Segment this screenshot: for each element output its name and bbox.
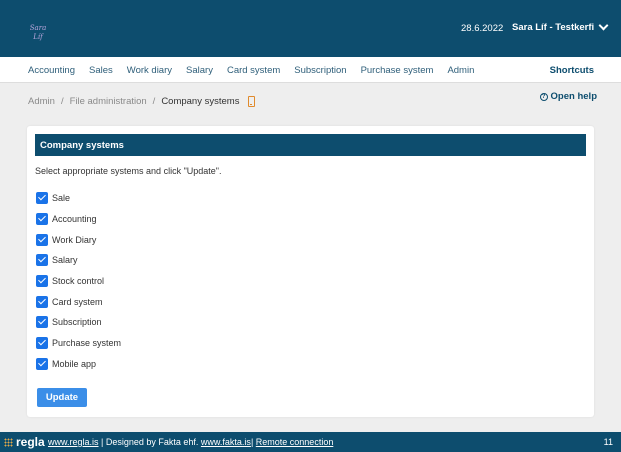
- system-option-accounting[interactable]: Accounting: [36, 213, 97, 225]
- checkbox-checked[interactable]: [36, 213, 48, 225]
- footer-text-designed-by: | Designed by Fakta ehf.: [98, 437, 201, 447]
- nav-item-card-system[interactable]: Card system: [227, 65, 280, 76]
- system-label: Work Diary: [52, 235, 97, 245]
- checkbox-checked[interactable]: [36, 296, 48, 308]
- breadcrumb: Admin / File administration / Company sy…: [28, 96, 256, 107]
- breadcrumb-separator: /: [152, 96, 156, 107]
- nav-item-subscription[interactable]: Subscription: [294, 65, 346, 76]
- footer-brand: regla: [4, 435, 45, 449]
- current-date: 28.6.2022: [461, 23, 504, 34]
- checkbox-checked[interactable]: [36, 275, 48, 287]
- company-systems-card: Company systems Select appropriate syste…: [27, 126, 594, 417]
- system-label: Salary: [52, 255, 78, 265]
- system-label: Accounting: [52, 214, 97, 224]
- update-button[interactable]: Update: [37, 388, 87, 407]
- breadcrumb-current: Company systems: [161, 96, 240, 107]
- checkbox-checked[interactable]: [36, 316, 48, 328]
- system-option-mobile-app[interactable]: Mobile app: [36, 358, 96, 370]
- nav-item-sales[interactable]: Sales: [89, 65, 113, 76]
- open-help-label: Open help: [550, 91, 597, 102]
- system-label: Purchase system: [52, 338, 122, 348]
- footer-number: 11: [603, 437, 613, 447]
- nav-item-accounting[interactable]: Accounting: [28, 65, 75, 76]
- instructions-text: Select appropriate systems and click "Up…: [35, 166, 222, 176]
- system-option-purchase-system[interactable]: Purchase system: [36, 337, 121, 349]
- fakta-website-link[interactable]: www.fakta.is: [201, 437, 251, 447]
- top-bar: Sara Líf 28.6.2022 Sara Líf - Testkerfi: [0, 0, 621, 57]
- main-nav: Accounting Sales Work diary Salary Card …: [0, 57, 621, 83]
- logo-line-1: Sara: [29, 24, 47, 32]
- system-option-salary[interactable]: Salary: [36, 254, 78, 266]
- system-label: Sale: [52, 193, 71, 203]
- nav-item-work-diary[interactable]: Work diary: [127, 65, 172, 76]
- user-name: Sara Líf - Testkerfi: [512, 22, 595, 33]
- checkbox-checked[interactable]: [36, 337, 48, 349]
- system-label: Card system: [52, 297, 103, 307]
- breadcrumb-admin[interactable]: Admin: [28, 96, 55, 107]
- nav-item-purchase-system[interactable]: Purchase system: [361, 65, 434, 76]
- nav-item-salary[interactable]: Salary: [186, 65, 213, 76]
- checkbox-checked[interactable]: [36, 358, 48, 370]
- system-label: Subscription: [52, 317, 102, 327]
- system-option-card-system[interactable]: Card system: [36, 296, 103, 308]
- logo-line-2: Líf: [33, 33, 43, 41]
- regla-website-link[interactable]: www.regla.is: [48, 437, 99, 447]
- system-option-stock-control[interactable]: Stock control: [36, 275, 104, 287]
- card-title: Company systems: [35, 134, 586, 156]
- breadcrumb-separator: /: [60, 96, 64, 107]
- mobile-phone-icon[interactable]: [248, 96, 256, 107]
- footer-text: www.regla.is | Designed by Fakta ehf. ww…: [48, 437, 333, 447]
- system-option-subscription[interactable]: Subscription: [36, 316, 102, 328]
- nav-item-admin[interactable]: Admin: [447, 65, 474, 76]
- system-option-sale[interactable]: Sale: [36, 192, 70, 204]
- chevron-down-icon: [598, 20, 609, 31]
- checkbox-checked[interactable]: [36, 234, 48, 246]
- system-option-work-diary[interactable]: Work Diary: [36, 234, 96, 246]
- footer-brand-name: regla: [16, 435, 45, 449]
- shortcuts-button[interactable]: Shortcuts: [550, 65, 594, 76]
- question-circle-icon: ?: [539, 92, 548, 101]
- system-label: Stock control: [52, 276, 105, 286]
- checkbox-checked[interactable]: [36, 254, 48, 266]
- system-label: Mobile app: [52, 359, 97, 369]
- company-logo[interactable]: Sara Líf: [28, 24, 48, 42]
- user-menu[interactable]: Sara Líf - Testkerfi: [512, 20, 609, 33]
- open-help-link[interactable]: ? Open help: [539, 91, 597, 102]
- footer: regla www.regla.is | Designed by Fakta e…: [0, 432, 621, 452]
- checkbox-checked[interactable]: [36, 192, 48, 204]
- regla-grid-icon: [4, 437, 13, 447]
- remote-connection-link[interactable]: Remote connection: [256, 437, 334, 447]
- breadcrumb-file-administration[interactable]: File administration: [70, 96, 147, 107]
